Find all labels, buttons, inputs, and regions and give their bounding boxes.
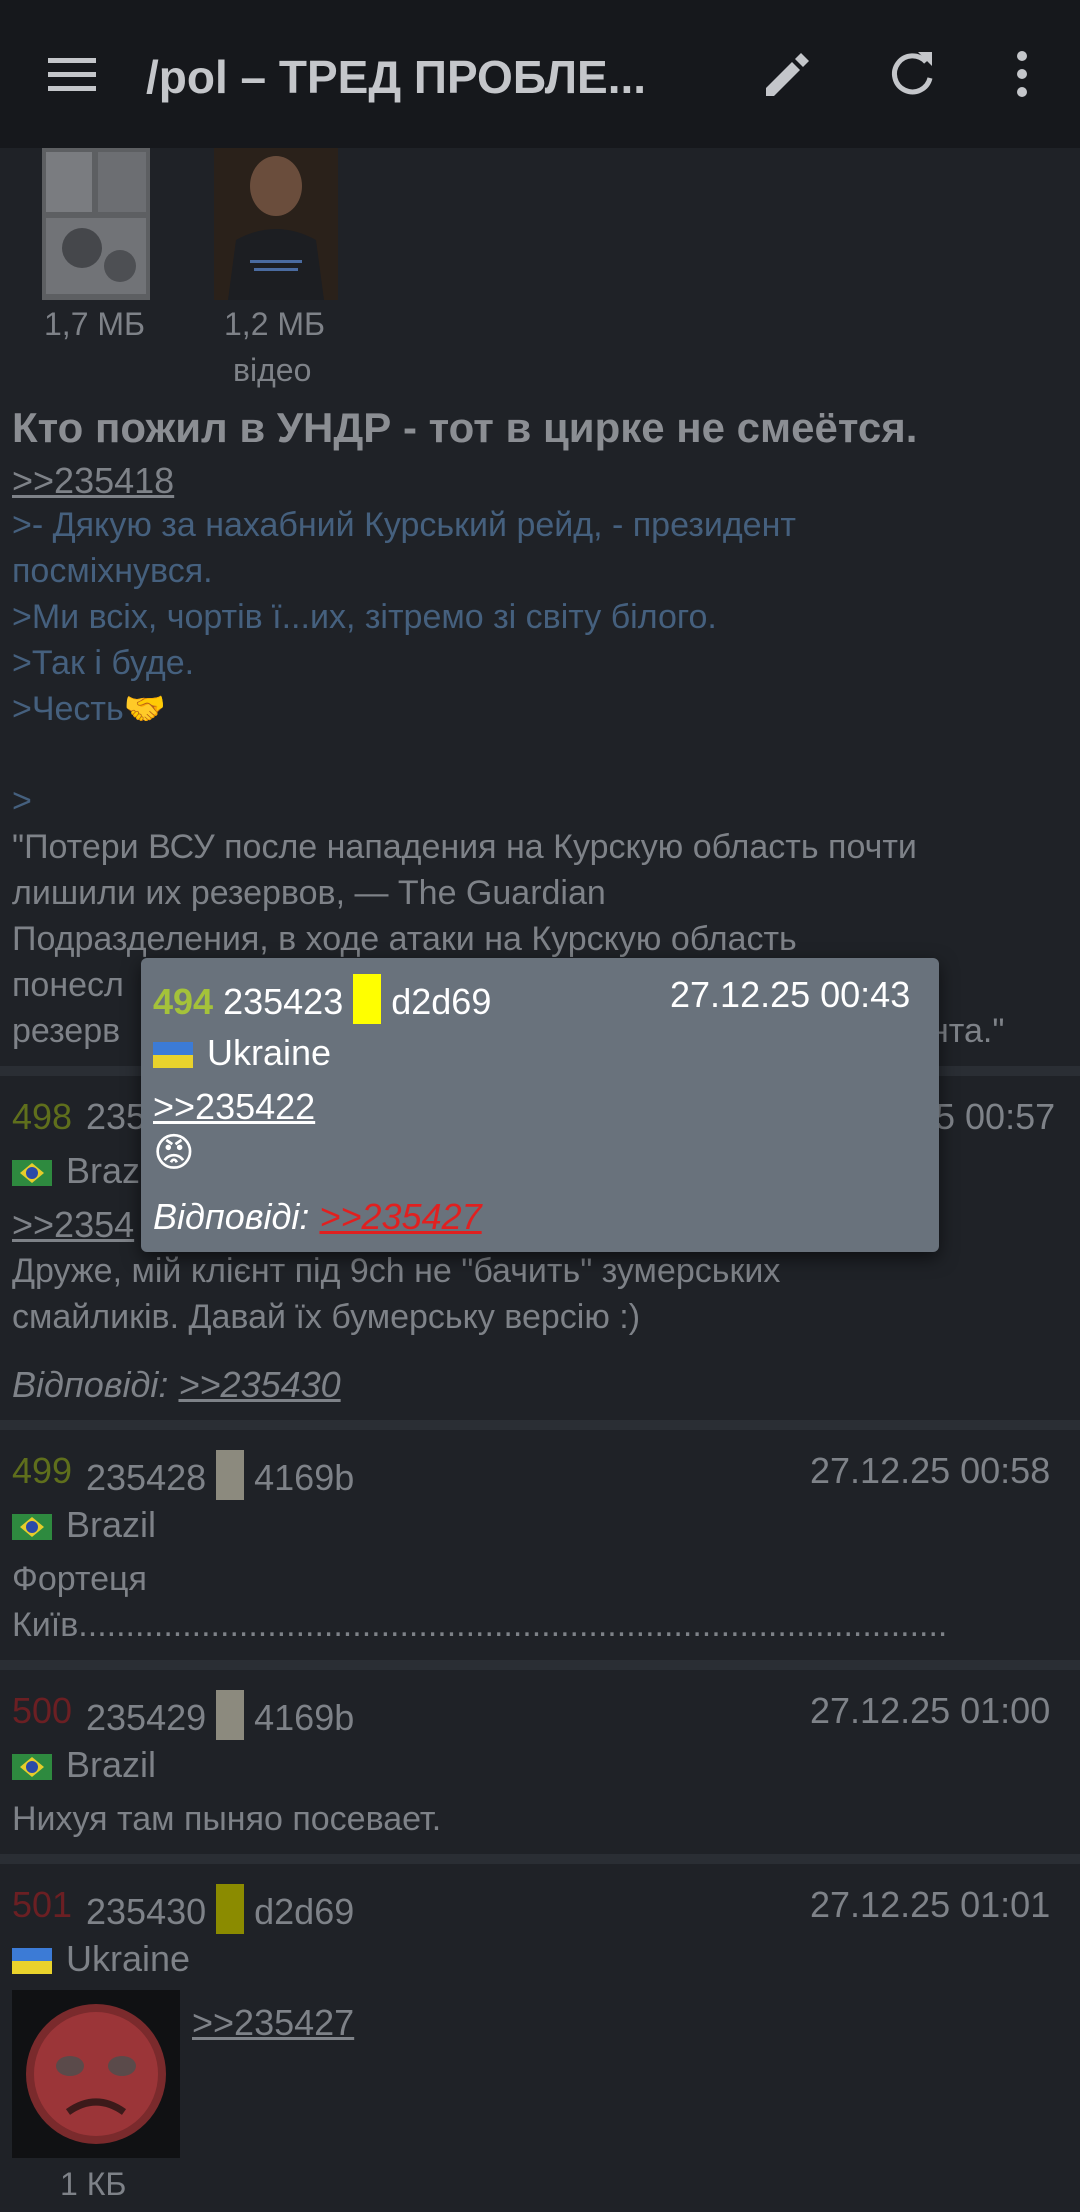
post-id: 235430 (86, 1891, 207, 1932)
post-id: 235429 (86, 1697, 207, 1738)
op-quote-4: >Честь🤝 (12, 690, 167, 728)
country-name: Brazil (66, 1744, 157, 1785)
post-preview-popup[interactable]: 494 235423 d2d69 27.12.25 00:43 Ukraine >… (141, 958, 939, 1252)
user-id: d2d69 (391, 981, 492, 1022)
post-text-1: Нихуя там пыняо посевает. (12, 1800, 442, 1838)
op-body-3: Подразделения, в ходе атаки на Курскую о… (12, 920, 797, 958)
post-time: 27.12.25 00:58 (810, 1450, 1051, 1491)
post-number: 501 (12, 1884, 73, 1925)
op-body-5: резерв (12, 1012, 121, 1050)
post-ref-link[interactable]: >>235427 (192, 2002, 354, 2044)
post-country: Brazil (12, 1504, 156, 1546)
op-subject: Кто пожил в УНДР - тот в цирке не смеётс… (12, 404, 918, 451)
post-attachment-thumbnail[interactable] (12, 1990, 180, 2158)
post-country: Ukraine (12, 1938, 190, 1980)
op-quote-1: >- Дякую за нахабний Курський рейд, - пр… (12, 506, 796, 544)
country-name: Ukraine (207, 1032, 332, 1073)
edit-icon[interactable] (756, 44, 816, 104)
user-id-color-box (216, 1450, 245, 1500)
country-name: Braz (66, 1150, 141, 1191)
op-file-size-1: 1,7 МБ (44, 306, 146, 342)
op-body-5-tail: нта." (930, 1012, 1005, 1050)
op-body-2: лишили их резервов, — The Guardian (12, 874, 606, 912)
post-time: 27.12.25 01:01 (810, 1884, 1051, 1925)
brazil-flag-icon (12, 1754, 52, 1780)
op-file-size-2: 1,2 МБ (224, 306, 326, 342)
post-id-row: 235428 4169b (86, 1450, 354, 1500)
country-name: Ukraine (66, 1938, 191, 1979)
refresh-icon[interactable] (882, 44, 942, 104)
user-id: 4169b (254, 1697, 355, 1738)
replies-row: Відповіді: >>235430 (12, 1364, 341, 1406)
ukraine-flag-icon (153, 1042, 193, 1068)
post-separator (0, 1854, 1080, 1864)
op-ref-link[interactable]: >>235418 (12, 460, 174, 502)
popup-header: 494 235423 d2d69 (153, 974, 491, 1024)
post-separator (0, 1660, 1080, 1670)
user-id-color-box (216, 1884, 245, 1934)
post-text-2: смайликів. Давай їх бумерську версію :) (12, 1298, 641, 1336)
post-id: 235428 (86, 1457, 207, 1498)
op-quote-5: > (12, 782, 32, 820)
reply-link[interactable]: >>235430 (178, 1364, 340, 1405)
replies-row: Відповіді: >>235427 (153, 1196, 482, 1238)
op-body-4: понесл (12, 966, 124, 1004)
post-number: 500 (12, 1690, 73, 1731)
user-id-color-box (216, 1690, 245, 1740)
post-country: Ukraine (153, 1032, 331, 1074)
post-number: 499 (12, 1450, 73, 1491)
more-vert-icon[interactable] (992, 44, 1052, 104)
user-id-color-box (353, 974, 382, 1024)
post-text-1: Фортеця (12, 1560, 147, 1598)
post-separator (0, 1420, 1080, 1430)
brazil-flag-icon (12, 1514, 52, 1540)
post-time: 27.12.25 01:00 (810, 1690, 1051, 1731)
thread-title: /pol – ТРЕД ПРОБЛЕ... (146, 51, 647, 103)
op-thumbnail-1[interactable] (42, 148, 150, 300)
post-country: Brazil (12, 1744, 156, 1786)
op-quote-1b: посміхнувся. (12, 552, 213, 590)
post-id-row: 235430 d2d69 (86, 1884, 354, 1934)
attachment-size: 1 КБ (60, 2166, 127, 2202)
reply-link[interactable]: >>235427 (319, 1196, 481, 1237)
replies-label: Відповіді: (12, 1364, 169, 1405)
op-body-1: "Потери ВСУ после нападения на Курскую о… (12, 828, 917, 866)
ukraine-flag-icon (12, 1948, 52, 1974)
post-text-2: Київ....................................… (12, 1606, 948, 1644)
post-country: Braz (12, 1150, 140, 1192)
post-time: 27.12.25 00:43 (670, 974, 911, 1015)
app-bar: /pol – ТРЕД ПРОБЛЕ... (0, 0, 1080, 148)
post-number: 494 (153, 981, 214, 1022)
post-ref-link[interactable]: >>2354 (12, 1204, 134, 1246)
brazil-flag-icon (12, 1160, 52, 1186)
menu-icon[interactable] (42, 44, 102, 104)
post-ref-link[interactable]: >>235422 (153, 1086, 315, 1128)
post-id: 235 (86, 1096, 147, 1137)
op-quote-3: >Так і буде. (12, 644, 195, 682)
post-number: 498 (12, 1096, 73, 1137)
op-quote-2: >Ми всіх, чортів ї...их, зітремо зі світ… (12, 598, 717, 636)
post-text-1: Друже, мій клієнт під 9ch не "бачить" зу… (12, 1252, 781, 1290)
angry-face-emoji: 😡 (153, 1131, 195, 1175)
post-id: 235423 (223, 981, 344, 1022)
op-file-type-2: відео (233, 352, 312, 388)
country-name: Brazil (66, 1504, 157, 1545)
replies-label: Відповіді: (153, 1196, 310, 1237)
op-thumbnail-2[interactable] (214, 148, 338, 300)
user-id: 4169b (254, 1457, 355, 1498)
post-time: 5 00:57 (935, 1096, 1056, 1137)
post-id-row: 235429 4169b (86, 1690, 354, 1740)
user-id: d2d69 (254, 1891, 355, 1932)
